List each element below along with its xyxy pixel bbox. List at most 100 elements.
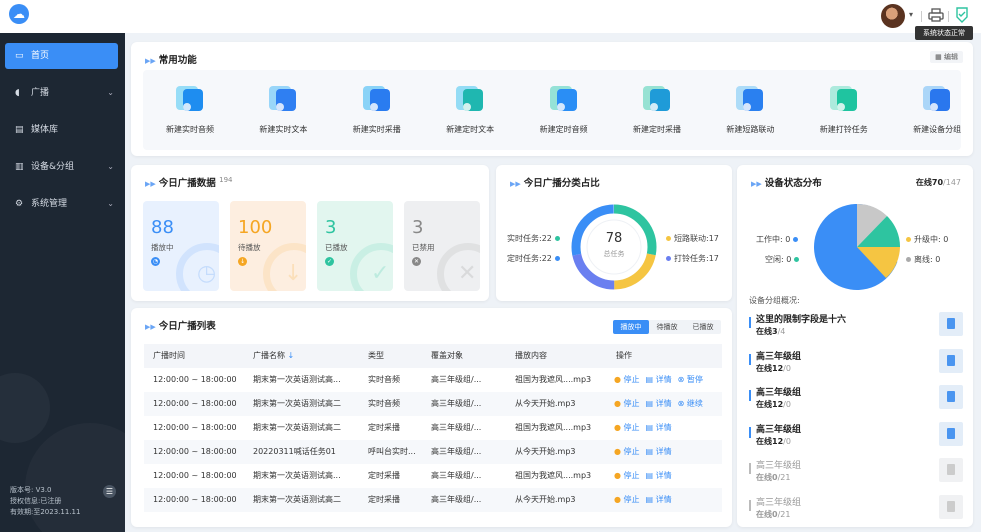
- legend-bell: 打铃任务:17: [663, 253, 719, 264]
- broadcast-icon: ◖: [15, 88, 20, 98]
- sidebar-item-broadcast[interactable]: ◖ 广播 ⌄: [5, 80, 118, 106]
- quick-item-3[interactable]: 新建实时采播: [332, 70, 422, 150]
- col-target: 覆盖对象: [431, 351, 463, 360]
- detail-button[interactable]: ▤ 详情: [646, 495, 672, 504]
- cell-type: 定时采播: [368, 423, 400, 432]
- table-header: 广播时间 广播名称 ↓ 类型 覆盖对象 播放内容 操作: [144, 344, 722, 368]
- quick-item-2[interactable]: 新建实时文本: [238, 70, 328, 150]
- quick-item-1[interactable]: 新建实时音频: [145, 70, 235, 150]
- cell-time: 12:00:00 ~ 18:00:00: [153, 447, 237, 456]
- quick-item-8[interactable]: 新建打铃任务: [799, 70, 889, 150]
- quick-item-4[interactable]: 新建定时文本: [425, 70, 515, 150]
- tab-playing[interactable]: 播放中: [613, 320, 649, 334]
- detail-button[interactable]: ▤ 详情: [646, 375, 672, 384]
- sidebar-item-label: 广播: [31, 88, 50, 98]
- cell-ops: ● 停止 ▤ 详情: [614, 464, 678, 488]
- group-item[interactable]: 高三年级组 在线0/21: [749, 494, 964, 527]
- legend-offline: 离线: 0: [903, 254, 940, 265]
- group-item[interactable]: 这里的限制字段是十六 在线3/4: [749, 312, 964, 344]
- quick-item-7[interactable]: 新建短路联动: [705, 70, 795, 150]
- stat-pending[interactable]: ↓ 100 待播放 ↓: [230, 201, 306, 291]
- avatar[interactable]: [881, 4, 905, 28]
- stop-button[interactable]: ● 停止: [614, 471, 640, 480]
- quick-item-label: 新建实时音频: [166, 125, 214, 134]
- stop-button[interactable]: ● 停止: [614, 447, 640, 456]
- col-name[interactable]: 广播名称 ↓: [253, 344, 294, 368]
- stat-played[interactable]: ✓ 3 已播放 ✓: [317, 201, 393, 291]
- cell-type: 定时采播: [368, 495, 400, 504]
- stop-icon: ●: [614, 423, 621, 432]
- cell-content: 祖国为我遮风....mp3: [515, 471, 592, 480]
- stat-disabled[interactable]: ✕ 3 已禁用 ✕: [404, 201, 480, 291]
- cell-target: 高三年级组/...: [431, 447, 482, 456]
- table-row: 12:00:00 ~ 18:00:00 期末第一次英语测试高二 定时采播 高三年级组/…: [144, 416, 722, 440]
- group-online: 在线12/0: [756, 400, 791, 409]
- group-name: 这里的限制字段是十六: [756, 315, 847, 325]
- cell-target: 高三年级组/...: [431, 471, 482, 480]
- stop-button[interactable]: ● 停止: [614, 375, 640, 384]
- app-logo-icon[interactable]: ☁: [9, 4, 29, 24]
- sidebar-item-label: 首页: [31, 51, 50, 61]
- stat-label: 已禁用: [412, 243, 435, 252]
- top-bar: ☁ ▾: [0, 0, 981, 33]
- table-row: 12:00:00 ~ 18:00:00 期末第一次英语测试高... 实时音频 高三年级…: [144, 368, 722, 392]
- edit-button[interactable]: ▦ 编辑: [930, 51, 963, 63]
- stat-value: 3: [412, 217, 424, 238]
- online-count: 在线70/147: [915, 178, 961, 187]
- quick-item-6[interactable]: 新建定时采播: [612, 70, 702, 150]
- quick-item-9[interactable]: 新建设备分组: [892, 70, 981, 150]
- stat-playing[interactable]: ◷ 88 播放中 ◔: [143, 201, 219, 291]
- col-type: 类型: [368, 351, 384, 360]
- detail-button[interactable]: ▤ 详情: [646, 399, 672, 408]
- stop-button[interactable]: ● 停止: [614, 399, 640, 408]
- stop-button[interactable]: ● 停止: [614, 495, 640, 504]
- group-name: 高三年级组: [756, 351, 802, 362]
- printer-icon[interactable]: [928, 8, 944, 22]
- group-item[interactable]: 高三年级组 在线12/0: [749, 385, 964, 417]
- quick-item-5[interactable]: 新建定时音频: [519, 70, 609, 150]
- chevron-down-icon[interactable]: ▾: [909, 10, 913, 19]
- sidebar: ▭ 首页 ◖ 广播 ⌄ ▤ 媒体库 ▥ 设备&分组 ⌄ ⚙ 系统管理 ⌄ 版本号…: [0, 33, 125, 532]
- sidebar-item-media-library[interactable]: ▤ 媒体库: [5, 117, 118, 143]
- capture-icon: [362, 86, 390, 111]
- pause-button[interactable]: ⊗ 暂停: [678, 375, 703, 384]
- tab-played[interactable]: 已播放: [685, 320, 721, 334]
- group-item[interactable]: 高三年级组 在线12/0: [749, 348, 964, 381]
- cell-type: 定时采播: [368, 471, 400, 480]
- card-title: ▶▶ 今日广播列表: [145, 321, 216, 332]
- group-name: 高三年级组: [756, 424, 802, 435]
- table-row: 12:00:00 ~ 18:00:00 期末第一次英语测试高二 定时采播 高三年级组/…: [144, 488, 722, 512]
- sidebar-item-home[interactable]: ▭ 首页: [5, 43, 118, 69]
- detail-button[interactable]: ▤ 详情: [646, 447, 672, 456]
- detail-button[interactable]: ▤ 详情: [646, 471, 672, 480]
- divider: [921, 11, 922, 22]
- cell-target: 高三年级组/...: [431, 399, 482, 408]
- group-item[interactable]: 高三年级组 在线0/21: [749, 458, 964, 490]
- sidebar-item-devices[interactable]: ▥ 设备&分组 ⌄: [5, 154, 118, 180]
- group-online: 在线0/21: [756, 509, 791, 519]
- stat-value: 88: [151, 217, 174, 238]
- chevron-down-icon: ⌄: [107, 88, 114, 97]
- settings-icon: ⚙: [15, 199, 24, 209]
- system-status-icon[interactable]: [955, 7, 969, 23]
- quick-item-label: 新建定时音频: [539, 125, 588, 134]
- group-thumbnail-icon: [939, 421, 963, 446]
- group-online: 在线12/0: [756, 363, 791, 373]
- stat-label: 播放中: [151, 243, 174, 252]
- resume-button[interactable]: ⊗ 继续: [678, 399, 703, 408]
- legend-link: 短路联动:17: [663, 233, 719, 244]
- play-icon: ⊗: [677, 399, 685, 408]
- stat-bg-icon: ↓: [284, 261, 303, 286]
- collapse-menu-button[interactable]: ☰: [103, 485, 116, 498]
- group-item[interactable]: 高三年级组 在线12/0: [749, 421, 964, 454]
- cell-target: 高三年级组/...: [431, 495, 482, 504]
- sidebar-item-system[interactable]: ⚙ 系统管理 ⌄: [5, 191, 118, 217]
- stop-button[interactable]: ● 停止: [614, 423, 640, 432]
- cell-ops: ● 停止 ▤ 详情: [614, 440, 678, 464]
- stat-icon: ↓: [238, 257, 247, 266]
- category-donut: [571, 204, 657, 290]
- category-card: ▶▶ 今日广播分类占比 78 总任务 实时任务:22 定时任务:22 短路联动:1…: [496, 165, 732, 301]
- tab-pending[interactable]: 待播放: [649, 320, 685, 334]
- cell-ops: ● 停止 ▤ 详情: [614, 416, 678, 440]
- detail-button[interactable]: ▤ 详情: [646, 423, 672, 432]
